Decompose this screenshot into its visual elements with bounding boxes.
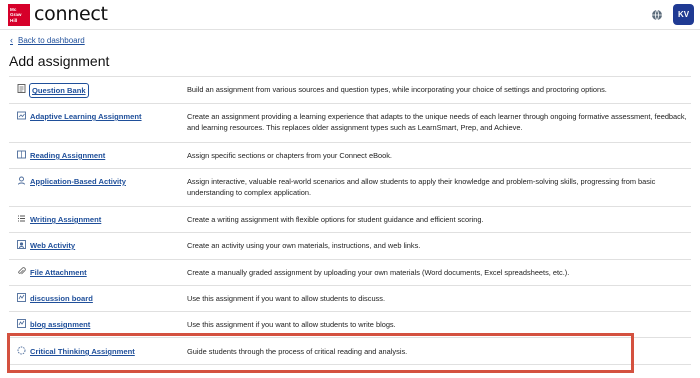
assignment-description: Use this assignment if you want to allow… (187, 294, 385, 303)
back-label: Back to dashboard (18, 35, 85, 45)
list-item: Application-Based Activity Assign intera… (9, 168, 691, 206)
assignment-description: Create a manually graded assignment by u… (187, 268, 570, 277)
list-item: Adaptive Learning Assignment Create an a… (9, 103, 691, 142)
assignment-description: Assign specific sections or chapters fro… (187, 151, 392, 160)
reading-icon (17, 150, 26, 159)
discussion-board-link[interactable]: discussion board (30, 293, 93, 304)
chevron-left-icon: ‹ (10, 35, 13, 45)
back-to-dashboard-link[interactable]: ‹ Back to dashboard (10, 35, 85, 45)
list-item: Question Bank Build an assignment from v… (9, 76, 691, 103)
adaptive-learning-assignment-link[interactable]: Adaptive Learning Assignment (30, 111, 142, 122)
assignment-description: Assign interactive, valuable real-world … (187, 177, 656, 197)
assignment-description: Build an assignment from various sources… (187, 85, 607, 94)
blog-assignment-link[interactable]: blog assignment (30, 319, 90, 330)
logo-line: Hill (10, 17, 18, 23)
question-bank-link[interactable]: Question Bank (29, 83, 89, 98)
list-item: Writing Assignment Create a writing assi… (9, 206, 691, 232)
web-activity-icon (17, 240, 26, 249)
application-activity-icon (17, 176, 26, 185)
list-item: Web Activity Create an activity using yo… (9, 232, 691, 259)
file-attachment-link[interactable]: File Attachment (30, 267, 87, 278)
question-bank-icon (17, 84, 26, 93)
discussion-board-icon (17, 293, 26, 302)
reading-assignment-link[interactable]: Reading Assignment (30, 150, 105, 161)
globe-icon[interactable] (651, 8, 663, 21)
list-item: File Attachment Create a manually graded… (9, 259, 691, 285)
top-bar: Mc Graw Hill connect KV (0, 0, 700, 30)
connect-brand[interactable]: connect (34, 3, 108, 25)
assignment-description: Create an assignment providing a learnin… (187, 112, 687, 132)
user-avatar[interactable]: KV (673, 4, 694, 25)
adaptive-learning-icon (17, 111, 26, 120)
highlight-box (7, 333, 634, 373)
blog-icon (17, 319, 26, 328)
application-based-activity-link[interactable]: Application-Based Activity (30, 176, 126, 187)
page-title: Add assignment (9, 53, 110, 69)
writing-icon (17, 214, 26, 223)
assignment-description: Create a writing assignment with flexibl… (187, 215, 484, 224)
mcgraw-hill-logo[interactable]: Mc Graw Hill (8, 4, 30, 26)
list-item: discussion board Use this assignment if … (9, 285, 691, 311)
writing-assignment-link[interactable]: Writing Assignment (30, 214, 101, 225)
assignment-type-list: Question Bank Build an assignment from v… (9, 76, 691, 365)
list-item: Reading Assignment Assign specific secti… (9, 142, 691, 168)
file-attachment-icon (17, 267, 26, 276)
assignment-description: Create an activity using your own materi… (187, 241, 421, 250)
web-activity-link[interactable]: Web Activity (30, 240, 75, 251)
